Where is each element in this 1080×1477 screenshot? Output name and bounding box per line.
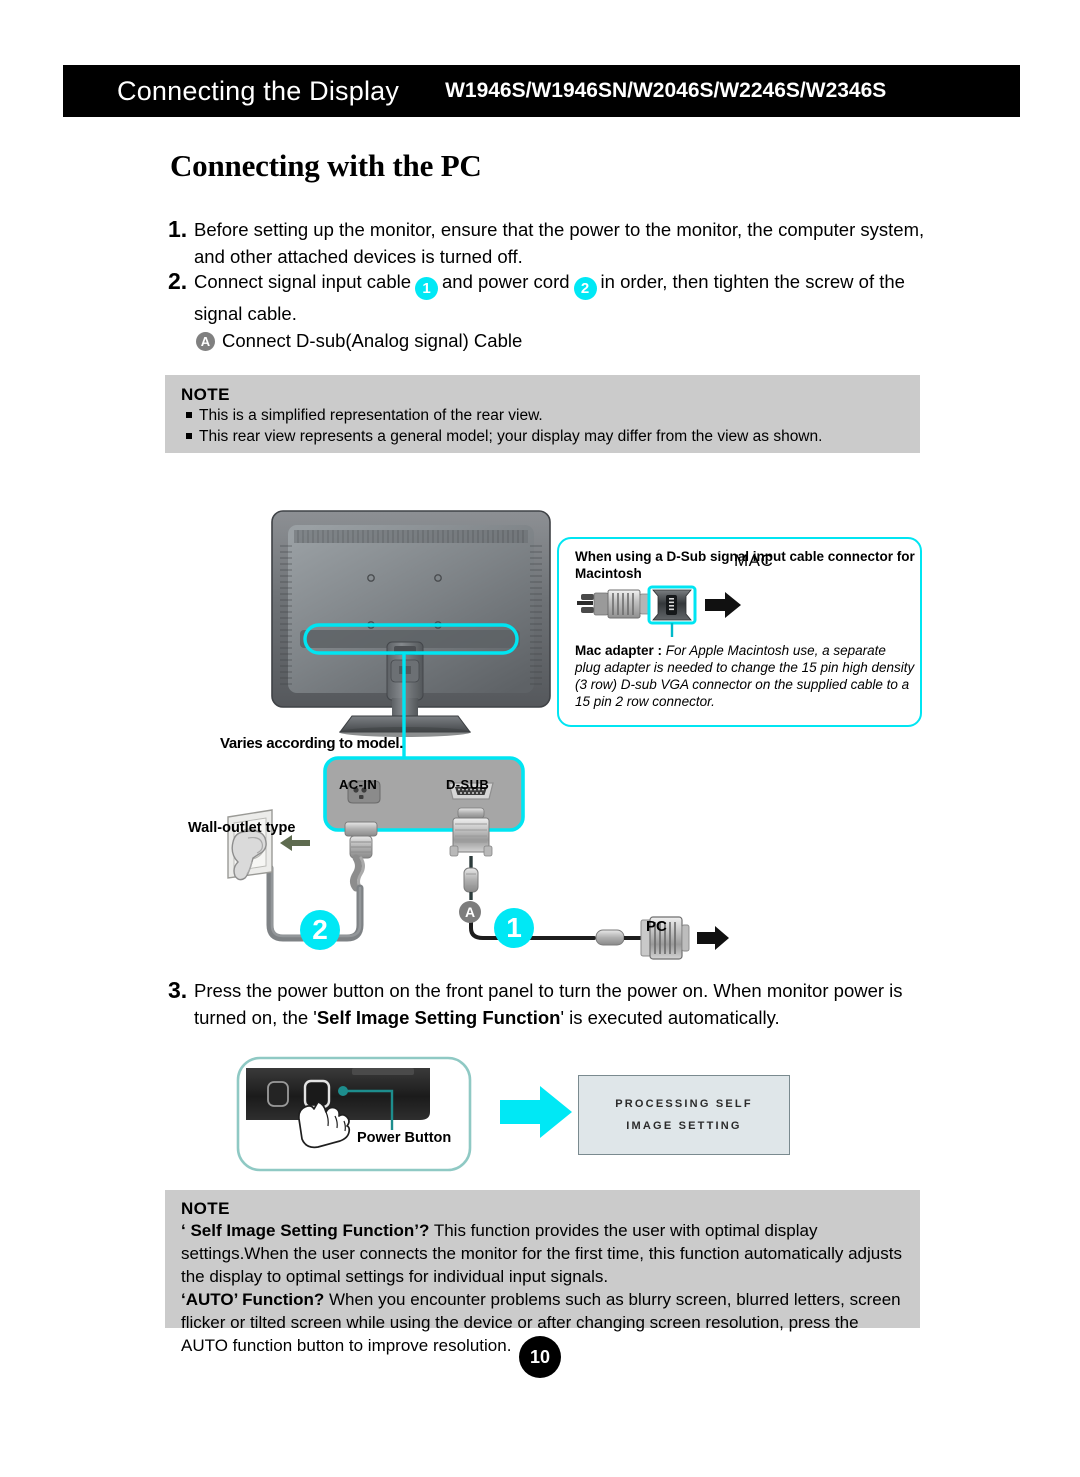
label-pc: PC <box>646 918 667 935</box>
note-bottom-title: NOTE <box>181 1199 230 1218</box>
osd-message-box: PROCESSING SELF IMAGE SETTING <box>578 1075 790 1155</box>
diagram-badge-one: 1 <box>494 908 534 948</box>
insert-arrow-icon <box>280 835 310 851</box>
badge-a-icon: A <box>196 331 215 351</box>
label-ac-in-port: AC-IN <box>339 777 378 792</box>
note-top-title: NOTE <box>181 385 230 404</box>
osd-line-2: IMAGE SETTING <box>626 1120 742 1132</box>
label-wall-outlet-type: Wall-outlet type <box>188 820 296 836</box>
note-top-bullet-2-text: This rear view represents a general mode… <box>199 428 823 445</box>
instruction-step-2: 2. Connect signal input cable 1 and power … <box>168 268 934 327</box>
badge-one-icon: 1 <box>415 277 439 300</box>
step-3-text-part2: ' is executed automatically. <box>560 1007 780 1028</box>
bullet-square-icon <box>186 433 192 439</box>
mac-adapter-description: Mac adapter : For Apple Macintosh use, a… <box>575 642 915 710</box>
diagram-badge-two: 2 <box>300 910 340 950</box>
step-1-number: 1. <box>168 216 188 242</box>
step-2-text-part1: Connect signal input cable <box>194 271 412 292</box>
note-top-bullet-1: This is a simplified representation of t… <box>181 405 904 426</box>
mac-arrow-icon <box>705 592 741 618</box>
note-box-top: NOTE This is a simplified representation… <box>165 375 920 453</box>
process-arrow-icon <box>500 1086 572 1138</box>
note-bottom-p2-bold: ‘AUTO’ Function? <box>181 1290 325 1309</box>
monitor-rear-illustration <box>271 510 551 760</box>
step-2-text-part2: and power cord <box>442 271 570 292</box>
page-number-badge: 10 <box>519 1336 561 1378</box>
header-model-list: W1946S/W1946SN/W2046S/W2246S/W2346S <box>445 79 887 102</box>
instruction-step-1: 1. Before setting up the monitor, ensure… <box>168 216 934 270</box>
label-varies-according-to-model: Varies according to model. <box>220 735 404 752</box>
header-title: Connecting the Display <box>117 75 400 106</box>
mac-adapter-illustration <box>575 585 906 637</box>
diagram-badge-a: A <box>459 901 481 923</box>
mac-adapter-callout: When using a D-Sub signal input cable co… <box>557 537 922 727</box>
label-power-button: Power Button <box>357 1130 452 1146</box>
step-3-number: 3. <box>168 977 188 1003</box>
step-3-text: Press the power button on the front pane… <box>194 977 924 1031</box>
osd-line-1: PROCESSING SELF <box>615 1098 753 1110</box>
step-2-text: Connect signal input cable 1 and power cor… <box>194 268 934 327</box>
bullet-square-icon <box>186 412 192 418</box>
pc-arrow-icon <box>697 926 729 950</box>
mac-desc-bold: Mac adapter : <box>575 643 663 658</box>
note-top-bullet-2: This rear view represents a general mode… <box>181 426 904 447</box>
substep-connect-dsub: A Connect D-sub(Analog signal) Cable <box>196 328 522 354</box>
note-box-bottom: NOTE ‘ Self Image Setting Function’? Thi… <box>165 1190 920 1355</box>
port-panel-illustration <box>323 756 525 832</box>
step-2-number: 2. <box>168 268 188 294</box>
note-bottom-paragraph-1: ‘ Self Image Setting Function’? This fun… <box>181 1219 904 1288</box>
step-3-bold-phrase: Self Image Setting Function <box>316 1007 561 1028</box>
badge-two-icon: 2 <box>573 277 597 300</box>
power-button-diagram <box>0 1050 1080 1190</box>
page-title: Connecting with the PC <box>170 148 482 183</box>
mac-label: MAC <box>734 551 774 570</box>
substep-label: Connect D-sub(Analog signal) Cable <box>222 330 523 351</box>
note-bottom-p1-bold: ‘ Self Image Setting Function’? <box>181 1221 430 1240</box>
label-d-sub-port: D-SUB <box>446 777 490 792</box>
note-top-bullet-1-text: This is a simplified representation of t… <box>199 407 543 424</box>
step-1-text: Before setting up the monitor, ensure th… <box>194 219 925 267</box>
instruction-step-3: 3. Press the power button on the front p… <box>168 977 924 1031</box>
page-header-bar: Connecting the Display W1946S/W1946SN/W2… <box>63 65 1020 117</box>
